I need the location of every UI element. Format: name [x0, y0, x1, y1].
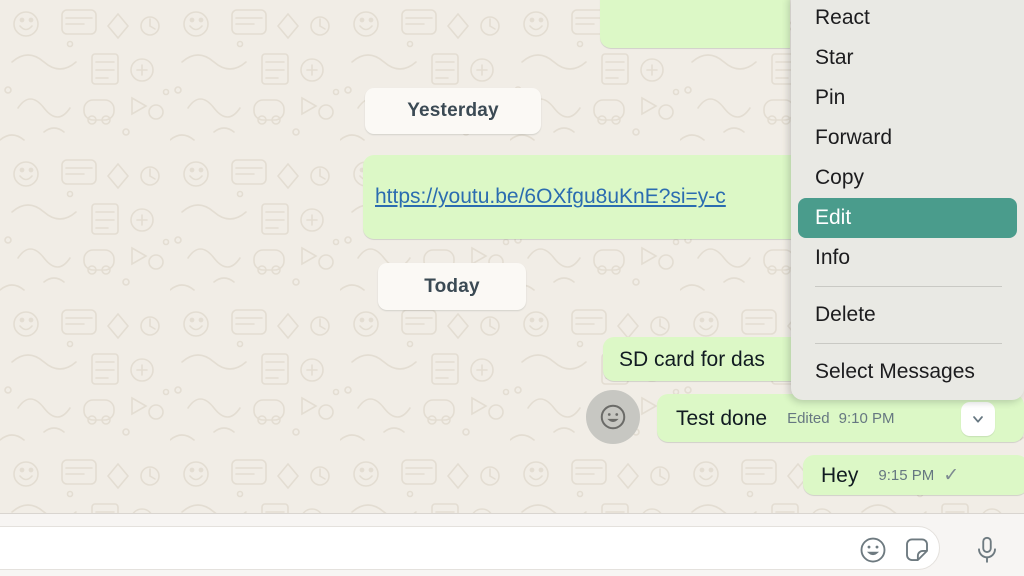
- microphone-button[interactable]: [972, 534, 1002, 571]
- message-options-chevron-button[interactable]: [961, 402, 995, 436]
- composer-icon-group: [858, 535, 932, 565]
- message-bubble-link[interactable]: https://youtu.be/6OXfgu8uKnE?si=y-c: [363, 155, 803, 239]
- message-link-text[interactable]: https://youtu.be/6OXfgu8uKnE?si=y-c: [375, 185, 726, 208]
- emoji-icon[interactable]: [858, 535, 888, 565]
- context-menu-item-info[interactable]: Info: [791, 238, 1024, 278]
- smiley-icon: [600, 404, 626, 430]
- date-divider-label: Yesterday: [407, 100, 499, 121]
- microphone-icon: [978, 536, 996, 563]
- message-bubble-hey[interactable]: Hey 9:15 PM ✓: [803, 455, 1024, 495]
- context-menu-separator: [815, 286, 1002, 287]
- date-divider-label: Today: [424, 275, 480, 297]
- context-menu-item-copy[interactable]: Copy: [791, 158, 1024, 198]
- edited-label: Edited: [787, 409, 830, 427]
- context-menu-item-edit[interactable]: Edit: [798, 198, 1017, 238]
- context-menu-item-delete[interactable]: Delete: [791, 295, 1024, 335]
- context-menu-item-forward[interactable]: Forward: [791, 118, 1024, 158]
- date-divider-today: Today: [378, 263, 526, 310]
- chat-message-pane[interactable]: Yesterday https://youtu.be/6OXfgu8uKnE?s…: [0, 0, 1024, 513]
- message-meta: Edited 9:10 PM: [787, 410, 894, 427]
- message-meta: 9:15 PM ✓: [878, 466, 959, 485]
- message-composer-bar: [0, 513, 1024, 576]
- message-text: Test done: [676, 406, 768, 430]
- context-menu-item-react[interactable]: React: [791, 0, 1024, 38]
- context-menu-item-star[interactable]: Star: [791, 38, 1024, 78]
- message-timestamp: 9:10 PM: [838, 409, 895, 427]
- context-menu-separator: [815, 343, 1002, 344]
- context-menu-item-pin[interactable]: Pin: [791, 78, 1024, 118]
- message-timestamp: 9:15 PM: [878, 466, 935, 484]
- whatsapp-window: Yesterday https://youtu.be/6OXfgu8uKnE?s…: [0, 0, 1024, 576]
- message-input-field[interactable]: [0, 526, 940, 570]
- message-text: Hey: [821, 463, 859, 487]
- date-divider-yesterday: Yesterday: [365, 88, 541, 134]
- chevron-down-icon: [973, 416, 983, 423]
- sticker-icon[interactable]: [902, 535, 932, 565]
- message-status-check-icon: ✓: [943, 464, 960, 486]
- message-bubble-partial-top[interactable]: [600, 0, 790, 48]
- message-text: SD card for das: [619, 347, 765, 371]
- message-context-menu[interactable]: React Star Pin Forward Copy Edit Info Delete Sel…: [791, 0, 1024, 400]
- message-bubble-sd-card[interactable]: SD card for das: [603, 337, 807, 381]
- context-menu-item-select-messages[interactable]: Select Messages: [791, 352, 1024, 392]
- reaction-emoji-button[interactable]: [586, 390, 640, 444]
